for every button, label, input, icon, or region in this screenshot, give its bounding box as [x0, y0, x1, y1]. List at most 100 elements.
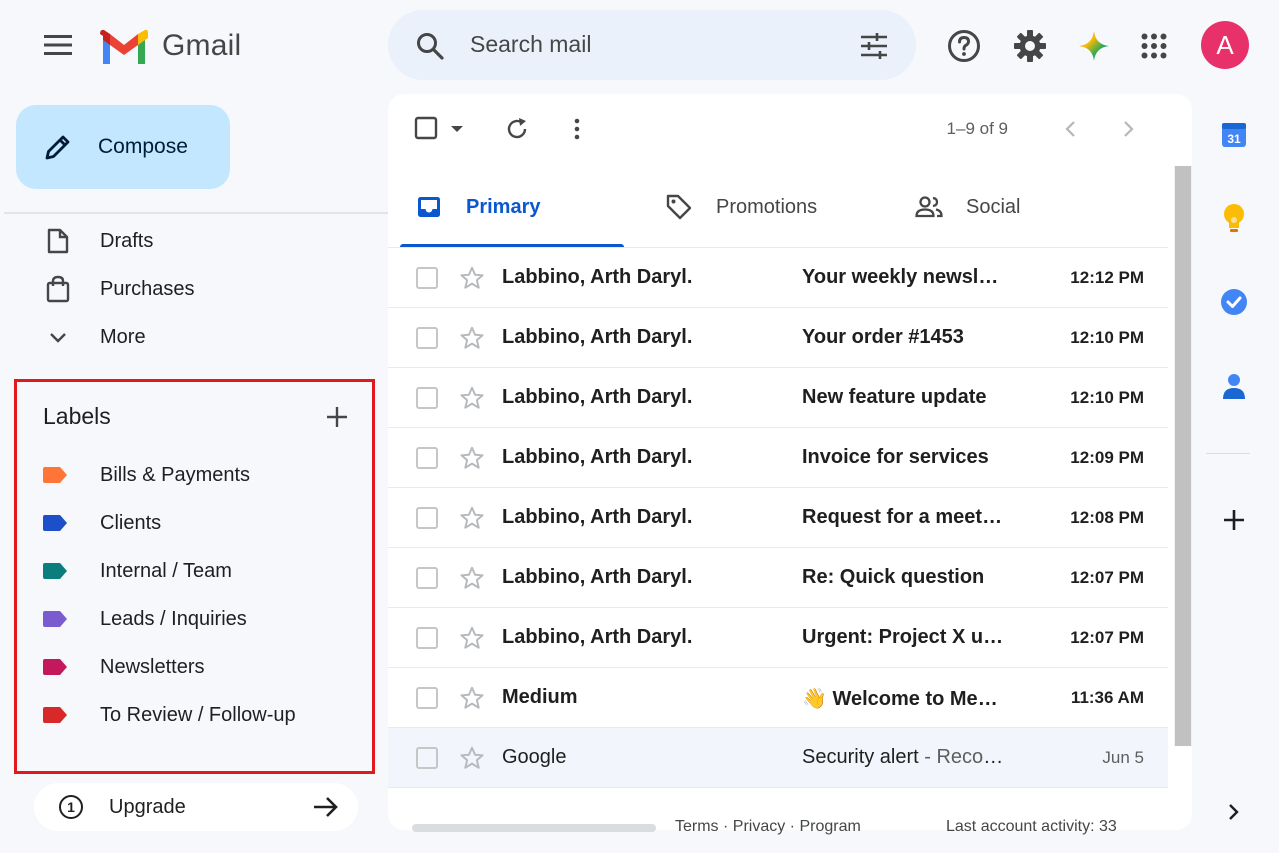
star-icon[interactable]: [459, 745, 485, 771]
sidebar-item-purchases[interactable]: Purchases: [0, 265, 380, 313]
google-apps-button[interactable]: [1132, 24, 1176, 68]
email-subject: Your weekly newsletter: [802, 266, 1006, 288]
more-options-button[interactable]: [562, 114, 592, 144]
search-input[interactable]: Search mail: [470, 31, 591, 58]
newer-page-button[interactable]: [1055, 114, 1085, 144]
email-row[interactable]: Labbino, Arth Daryl. Your weekly newslet…: [388, 248, 1168, 308]
compose-button[interactable]: Compose: [16, 105, 230, 189]
tasks-check-icon: [1221, 289, 1247, 315]
tab-promotions[interactable]: Promotions: [650, 166, 870, 248]
calendar-app-button[interactable]: 31: [1214, 114, 1254, 154]
search-options-button[interactable]: [852, 24, 896, 68]
tag-icon: [664, 192, 694, 222]
email-row[interactable]: Labbino, Arth Daryl. Request for a meeti…: [388, 488, 1168, 548]
sidebar-item-more[interactable]: More: [0, 313, 380, 361]
compose-label: Compose: [98, 135, 188, 158]
inbox-icon: [414, 192, 444, 222]
star-icon[interactable]: [459, 625, 485, 651]
label-item-newsletters[interactable]: Newsletters: [40, 643, 204, 691]
star-icon[interactable]: [459, 445, 485, 471]
row-checkbox[interactable]: [416, 327, 438, 349]
search-button[interactable]: [408, 24, 452, 68]
label-item-leads-inquiries[interactable]: Leads / Inquiries: [40, 595, 247, 643]
account-avatar[interactable]: A: [1201, 21, 1249, 69]
upgrade-badge: 1: [59, 795, 83, 819]
label-tag-icon: [40, 656, 70, 678]
star-icon[interactable]: [459, 505, 485, 531]
email-subject-line: New feature update: [802, 386, 1006, 409]
star-icon[interactable]: [459, 265, 485, 291]
row-checkbox[interactable]: [416, 627, 438, 649]
row-checkbox[interactable]: [416, 747, 438, 769]
star-icon[interactable]: [459, 385, 485, 411]
footer-links[interactable]: Terms · Privacy · Program: [675, 818, 861, 836]
get-addons-button[interactable]: [1214, 500, 1254, 540]
arrow-right-icon: [310, 791, 342, 823]
gmail-m-icon: [100, 29, 148, 64]
label-item-bills-payments[interactable]: Bills & Payments: [40, 451, 250, 499]
label-name: Bills & Payments: [100, 463, 251, 486]
caret-down-icon: [451, 126, 463, 132]
email-subject-line: Your order #1453: [802, 326, 1006, 349]
email-sender: Labbino, Arth Daryl.: [502, 446, 693, 468]
pagination-count: 1–9 of 9: [946, 119, 1008, 138]
shopping-bag-icon: [43, 274, 73, 304]
email-time: 12:09 PM: [1070, 448, 1144, 467]
row-checkbox[interactable]: [416, 687, 438, 709]
email-row[interactable]: Medium 👋 Welcome to Medium 11:36 AM: [388, 668, 1168, 728]
label-color-swatch: [43, 611, 67, 627]
search-bar[interactable]: [388, 10, 916, 80]
row-checkbox[interactable]: [416, 507, 438, 529]
label-item-internal-team[interactable]: Internal / Team: [40, 547, 232, 595]
help-icon: [948, 30, 980, 62]
main-menu-button[interactable]: [38, 25, 78, 65]
star-icon[interactable]: [459, 325, 485, 351]
refresh-icon: [507, 118, 527, 139]
star-icon[interactable]: [459, 685, 485, 711]
email-row[interactable]: Labbino, Arth Daryl. Urgent: Project X u…: [388, 608, 1168, 668]
older-page-button[interactable]: [1114, 114, 1144, 144]
keep-app-button[interactable]: [1214, 198, 1254, 238]
tasks-app-button[interactable]: [1214, 282, 1254, 322]
calendar-icon: 31: [1222, 123, 1246, 147]
email-row[interactable]: Labbino, Arth Daryl. Re: Quick question …: [388, 548, 1168, 608]
gemini-button[interactable]: [1072, 24, 1116, 68]
upgrade-button[interactable]: 1 Upgrade: [34, 783, 358, 831]
people-icon: [914, 192, 944, 222]
select-all-checkbox[interactable]: [414, 116, 440, 142]
email-row[interactable]: Labbino, Arth Daryl. Invoice for service…: [388, 428, 1168, 488]
email-row[interactable]: Google Security alert - Recovery Jun 5: [388, 728, 1168, 788]
chevron-right-icon: [1229, 804, 1239, 820]
plus-icon: [1224, 510, 1244, 530]
row-checkbox[interactable]: [416, 387, 438, 409]
create-label-button[interactable]: [320, 400, 354, 434]
email-row[interactable]: Labbino, Arth Daryl. New feature update …: [388, 368, 1168, 428]
settings-button[interactable]: [1008, 24, 1052, 68]
tab-social[interactable]: Social: [900, 166, 1120, 248]
support-button[interactable]: [942, 24, 986, 68]
contacts-person-icon: [1223, 374, 1245, 399]
label-color-swatch: [43, 467, 67, 483]
refresh-button[interactable]: [502, 114, 532, 144]
star-icon[interactable]: [459, 565, 485, 591]
storage-usage-bar: [412, 824, 656, 832]
chevron-left-icon: [1065, 121, 1075, 137]
gmail-logo[interactable]: Gmail: [100, 24, 250, 68]
row-checkbox[interactable]: [416, 567, 438, 589]
label-item-clients[interactable]: Clients: [40, 499, 161, 547]
show-side-panel-button[interactable]: [1214, 792, 1254, 832]
row-checkbox[interactable]: [416, 267, 438, 289]
tab-primary[interactable]: Primary: [400, 166, 624, 248]
email-row[interactable]: Labbino, Arth Daryl. Your order #1453 12…: [388, 308, 1168, 368]
chevron-right-icon: [1124, 121, 1134, 137]
select-dropdown-button[interactable]: [446, 118, 468, 140]
email-subject: Security alert: [802, 746, 919, 768]
email-sender: Google: [502, 746, 567, 768]
email-time: 12:10 PM: [1070, 328, 1144, 347]
sidebar-item-drafts[interactable]: Drafts: [0, 217, 380, 265]
row-checkbox[interactable]: [416, 447, 438, 469]
scrollbar-thumb[interactable]: [1175, 166, 1191, 746]
contacts-app-button[interactable]: [1214, 366, 1254, 406]
label-item-to-review-follow-up[interactable]: To Review / Follow-up: [40, 691, 296, 739]
email-subject-line: Request for a meeting: [802, 506, 1006, 529]
